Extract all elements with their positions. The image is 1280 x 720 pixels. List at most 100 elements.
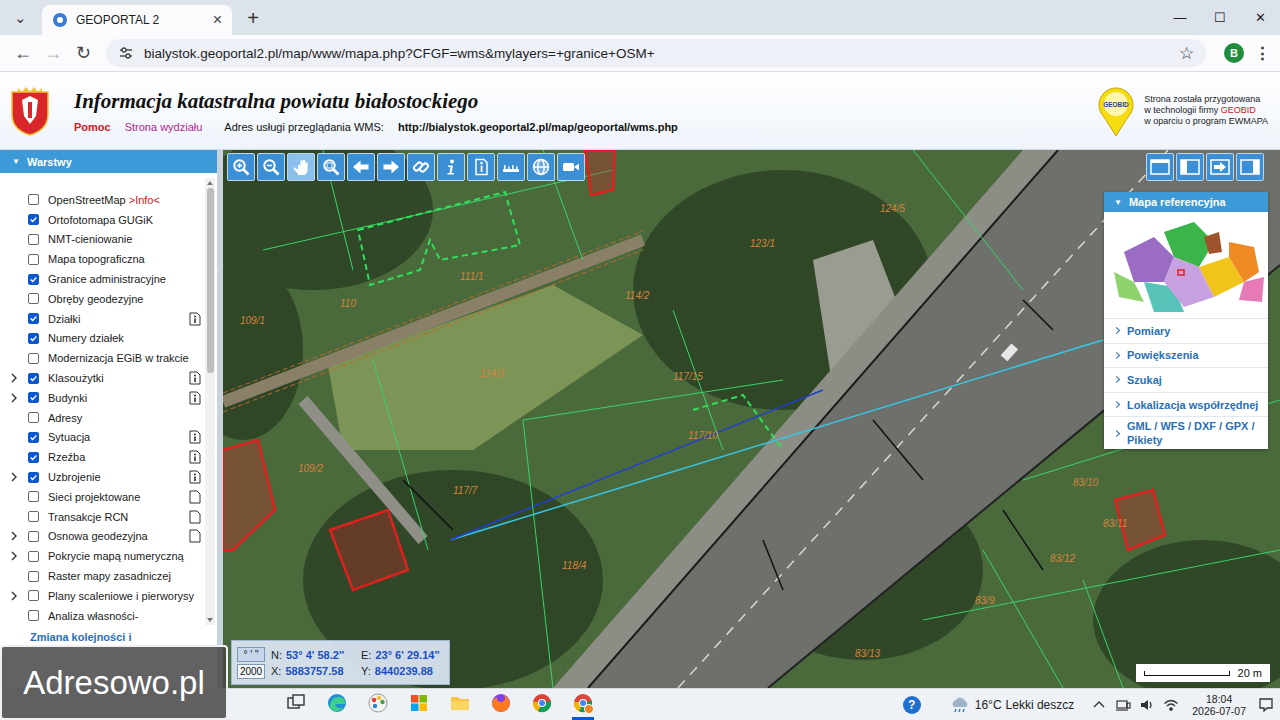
collapse-toggle[interactable]: ▼ xyxy=(12,157,20,166)
tool-panel-item[interactable]: Pomiary xyxy=(1104,318,1268,343)
device-tray-button[interactable] xyxy=(1114,697,1132,713)
layout-arrow-button[interactable] xyxy=(1206,153,1234,181)
layer-label[interactable]: Osnowa geodezyjna xyxy=(48,530,189,542)
camera-button[interactable] xyxy=(557,153,585,181)
layer-row[interactable]: Modernizacja EGiB w trakcie xyxy=(0,348,205,368)
layer-checkbox[interactable] xyxy=(28,432,39,443)
layer-checkbox[interactable] xyxy=(28,491,39,502)
layer-label[interactable]: Obręby geodezyjne xyxy=(48,293,205,305)
layer-label[interactable]: Działki xyxy=(48,313,189,325)
layer-label[interactable]: Modernizacja EGiB w trakcie xyxy=(48,352,205,364)
layer-checkbox[interactable] xyxy=(28,254,39,265)
layer-label[interactable]: Rzeźba xyxy=(48,451,189,463)
chrome-taskbar-button[interactable] xyxy=(531,690,553,720)
coordinate-format-button[interactable]: ° ' " xyxy=(237,647,265,662)
layer-row[interactable]: OpenStreetMap >Info< xyxy=(0,190,205,210)
layer-row[interactable]: Budynki xyxy=(0,388,205,408)
layer-label[interactable]: Plany scaleniowe i pierworysy xyxy=(48,590,205,602)
link-button[interactable] xyxy=(407,153,435,181)
layer-checkbox[interactable] xyxy=(28,412,39,423)
layer-info-icon[interactable] xyxy=(189,450,201,464)
layer-label[interactable]: Budynki xyxy=(48,392,189,404)
layer-row[interactable]: Plany scaleniowe i pierworysy xyxy=(0,586,205,606)
layer-label[interactable]: Numery działek xyxy=(48,332,205,344)
layout-full-button[interactable] xyxy=(1146,153,1174,181)
layer-label[interactable]: Klasoużytki xyxy=(48,372,189,384)
layer-row[interactable]: Rzeźba xyxy=(0,447,205,467)
layer-checkbox[interactable] xyxy=(28,234,39,245)
expand-arrow-icon[interactable] xyxy=(10,591,18,601)
address-bar[interactable]: bialystok.geoportal2.pl/map/www/mapa.php… xyxy=(106,39,1206,67)
layer-checkbox[interactable] xyxy=(28,590,39,601)
layer-row[interactable]: Klasoużytki xyxy=(0,368,205,388)
layer-label[interactable]: Adresy xyxy=(48,412,205,424)
layer-checkbox[interactable] xyxy=(28,293,39,304)
layer-row[interactable]: Sytuacja xyxy=(0,428,205,448)
help-icon[interactable]: ? xyxy=(903,696,921,714)
firefox-taskbar-button[interactable] xyxy=(490,690,512,720)
layer-info-icon[interactable] xyxy=(189,391,201,405)
store-taskbar-button[interactable] xyxy=(408,690,430,720)
tool-panel-item[interactable]: Szukaj xyxy=(1104,367,1268,392)
layer-info-icon[interactable] xyxy=(189,430,201,444)
pan-button[interactable] xyxy=(287,153,315,181)
layer-checkbox[interactable] xyxy=(28,610,39,621)
layer-checkbox[interactable] xyxy=(28,214,39,225)
tab-close-button[interactable]: × xyxy=(213,11,222,29)
layer-info-link[interactable]: >Info< xyxy=(129,194,160,206)
layer-label[interactable]: Transakcje RCN xyxy=(48,511,189,523)
globe-button[interactable] xyxy=(527,153,555,181)
layer-row[interactable]: Ortofotomapa GUGiK xyxy=(0,210,205,230)
clock[interactable]: 18:042026-07-07 xyxy=(1192,693,1246,717)
layer-row[interactable]: Pokrycie mapą numeryczną xyxy=(0,546,205,566)
layers-panel-header[interactable]: ▼Warstwy xyxy=(0,150,217,173)
layer-label[interactable]: NMT-cieniowanie xyxy=(48,233,205,245)
layer-row[interactable]: NMT-cieniowanie xyxy=(0,230,205,250)
layer-label[interactable]: Granice administracyjne xyxy=(48,273,205,285)
layer-row[interactable]: Mapa topograficzna xyxy=(0,249,205,269)
chrome-app-taskbar-button[interactable] xyxy=(572,690,594,720)
geobid-logo-icon[interactable]: GEOBID xyxy=(1096,85,1136,137)
layer-info-icon[interactable] xyxy=(189,470,201,484)
task-view-taskbar-button[interactable] xyxy=(285,690,307,720)
expand-arrow-icon[interactable] xyxy=(10,472,18,482)
layer-row[interactable]: Sieci projektowane xyxy=(0,487,205,507)
new-tab-button[interactable]: + xyxy=(238,3,268,33)
zoom-out-button[interactable] xyxy=(257,153,285,181)
layer-label[interactable]: Analiza własności- xyxy=(48,610,205,622)
zoom-window-button[interactable] xyxy=(317,153,345,181)
layer-row[interactable]: Granice administracyjne xyxy=(0,269,205,289)
wms-url[interactable]: http://bialystok.geoportal2.pl/map/geopo… xyxy=(398,121,678,133)
layer-row[interactable]: Obręby geodezyjne xyxy=(0,289,205,309)
layer-checkbox[interactable] xyxy=(28,452,39,463)
layer-checkbox[interactable] xyxy=(28,472,39,483)
edge-taskbar-button[interactable] xyxy=(326,690,348,720)
window-control-button[interactable]: — xyxy=(1160,0,1200,35)
measure-button[interactable] xyxy=(497,153,525,181)
window-control-button[interactable]: ✕ xyxy=(1240,0,1280,35)
tool-panel-item[interactable]: Powiększenia xyxy=(1104,343,1268,368)
layout-left-panel-button[interactable] xyxy=(1176,153,1204,181)
layer-checkbox[interactable] xyxy=(28,531,39,542)
layer-label[interactable]: Uzbrojenie xyxy=(48,471,189,483)
window-control-button[interactable]: ☐ xyxy=(1200,0,1240,35)
layer-info-icon[interactable] xyxy=(189,312,201,326)
forward-button[interactable] xyxy=(377,153,405,181)
layer-row[interactable]: Uzbrojenie xyxy=(0,467,205,487)
layer-document-icon[interactable] xyxy=(189,510,201,524)
layer-row[interactable]: Analiza własności- xyxy=(0,606,205,625)
scrollbar-thumb[interactable] xyxy=(207,188,214,373)
expand-arrow-icon[interactable] xyxy=(10,551,18,561)
nav-button[interactable]: → xyxy=(38,43,68,64)
layer-row[interactable]: Adresy xyxy=(0,408,205,428)
layer-label[interactable]: Sieci projektowane xyxy=(48,491,189,503)
coordinate-format-button[interactable]: 2000 xyxy=(237,664,265,679)
info-button[interactable] xyxy=(437,153,465,181)
layer-row[interactable]: Raster mapy zasadniczej xyxy=(0,566,205,586)
layer-checkbox[interactable] xyxy=(28,373,39,384)
layer-checkbox[interactable] xyxy=(28,511,39,522)
weather-widget[interactable]: 16°CLekki deszcz xyxy=(949,696,1075,714)
header-link[interactable]: Pomoc xyxy=(74,121,111,133)
paint-taskbar-button[interactable] xyxy=(367,690,389,720)
layer-document-icon[interactable] xyxy=(189,529,201,543)
